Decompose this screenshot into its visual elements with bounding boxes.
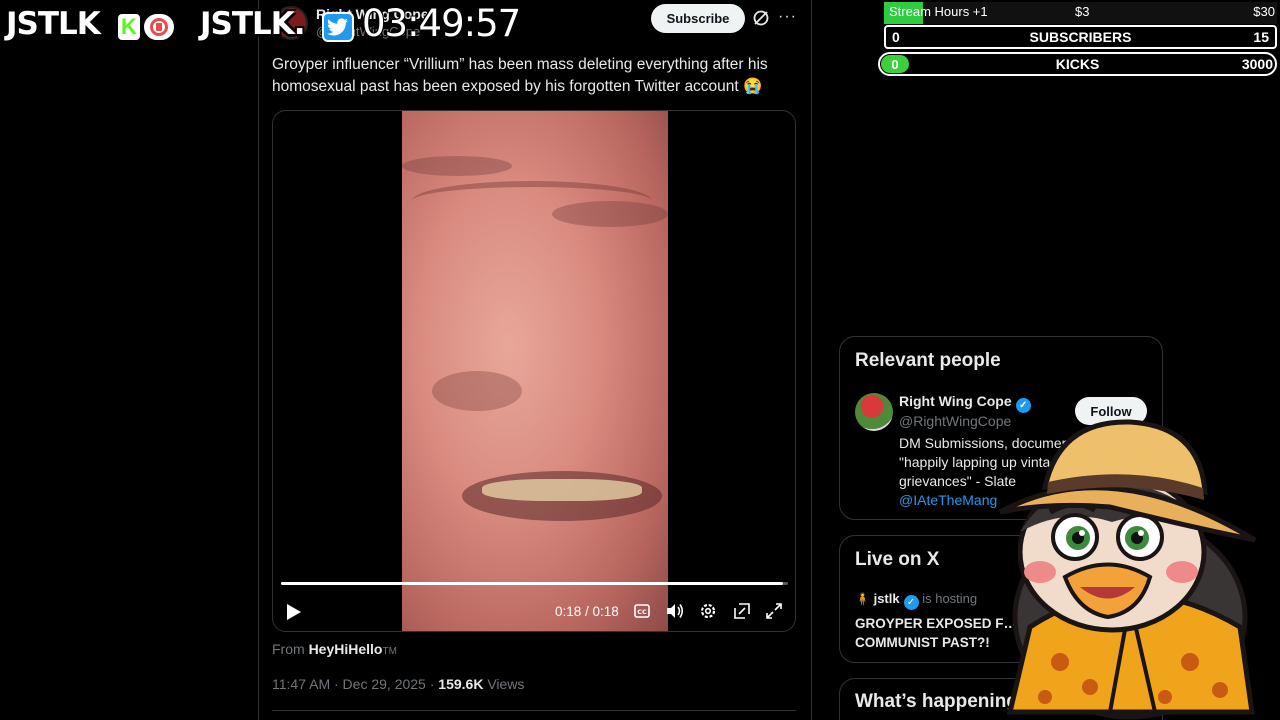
relevant-person-avatar[interactable] <box>855 393 893 431</box>
tweet-meta: 11:47 AM · Dec 29, 2025 · 159.6K Views <box>272 676 524 692</box>
pip-icon[interactable] <box>732 601 752 621</box>
from-source-link[interactable]: HeyHiHello <box>309 641 383 657</box>
grok-icon[interactable] <box>752 9 770 27</box>
subscribers-goal-value: 15 <box>1253 29 1269 45</box>
video-frame <box>402 111 668 631</box>
kick-logo-icon: K <box>116 12 142 42</box>
fullscreen-icon[interactable] <box>764 601 784 621</box>
tweet-text: Groyper influencer “Vrillium” has been m… <box>272 56 768 95</box>
host-avatar-icon: 🧍 <box>855 592 870 606</box>
record-icon <box>142 12 176 42</box>
verified-badge-icon: ✓ <box>1015 398 1031 413</box>
penguin-mascot-icon <box>990 412 1270 720</box>
video-face-detail <box>482 479 642 501</box>
svg-text:CC: CC <box>637 608 647 616</box>
live-on-x-title: Live on X <box>855 549 940 570</box>
subscribers-goal: 0 SUBSCRIBERS 15 <box>884 25 1277 49</box>
from-suffix: TM <box>382 646 397 657</box>
video-face-detail <box>412 181 652 221</box>
more-options-icon[interactable]: ··· <box>778 8 797 26</box>
stream-hours-goal: Stream Hours +1 $3 $30 <box>884 2 1277 24</box>
kicks-goal: 0 KICKS 3000 <box>878 52 1277 76</box>
video-face-detail <box>402 156 512 176</box>
video-progress-fill <box>281 582 783 585</box>
settings-gear-icon[interactable] <box>698 601 718 621</box>
volume-icon[interactable] <box>665 601 685 621</box>
jstlk-logo-secondary: JSTLK. <box>200 6 306 42</box>
relevant-person-name-text: Right Wing Cope <box>899 393 1012 409</box>
twitter-bird-icon <box>322 12 354 42</box>
kicks-label: KICKS <box>1055 56 1100 72</box>
stream-hours-label: Stream Hours +1 <box>889 4 988 19</box>
subscribe-button[interactable]: Subscribe <box>651 4 745 33</box>
verified-badge-icon: ✓ <box>903 595 919 610</box>
play-icon[interactable] <box>283 601 305 623</box>
video-progress-bar[interactable] <box>281 582 788 585</box>
relevant-people-title: Relevant people <box>855 350 1001 371</box>
live-host-name: jstlk <box>873 591 900 606</box>
live-host-line[interactable]: 🧍 jstlk ✓ is hosting <box>855 591 977 610</box>
video-time: 0:18 / 0:18 <box>555 604 619 619</box>
views-count: 159.6K <box>438 676 484 692</box>
subscribers-label: SUBSCRIBERS <box>1029 29 1132 45</box>
views-label: Views <box>487 676 525 692</box>
from-prefix: From <box>272 641 305 657</box>
stream-timer: 03:49:57 <box>362 2 521 45</box>
tweet-timestamp[interactable]: 11:47 AM · Dec 29, 2025 · <box>272 676 434 692</box>
video-source-line: From HeyHiHelloTM <box>272 641 397 657</box>
jstlk-logo: JSTLK <box>6 6 101 42</box>
video-player[interactable]: 0:18 / 0:18 CC <box>272 110 796 632</box>
relevant-person-name[interactable]: Right Wing Cope ✓ <box>899 393 1031 413</box>
live-host-suffix: is hosting <box>922 591 978 606</box>
stream-hours-end: $30 <box>1253 4 1275 19</box>
captions-icon[interactable]: CC <box>632 601 652 621</box>
kicks-goal-value: 3000 <box>1241 56 1273 72</box>
divider <box>272 710 796 711</box>
stream-hours-mid: $3 <box>1075 4 1090 19</box>
video-face-detail <box>432 371 522 411</box>
